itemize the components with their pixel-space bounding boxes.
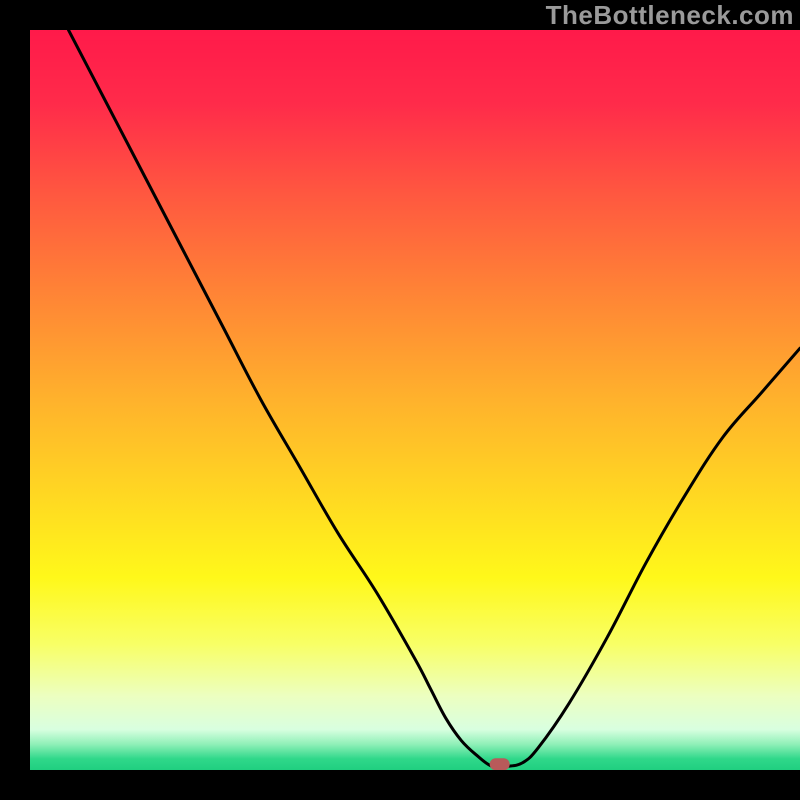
optimal-point-marker xyxy=(490,758,510,770)
plot-area xyxy=(30,30,800,770)
watermark-text: TheBottleneck.com xyxy=(546,0,794,31)
chart-frame: TheBottleneck.com xyxy=(0,0,800,800)
chart-svg xyxy=(30,30,800,770)
